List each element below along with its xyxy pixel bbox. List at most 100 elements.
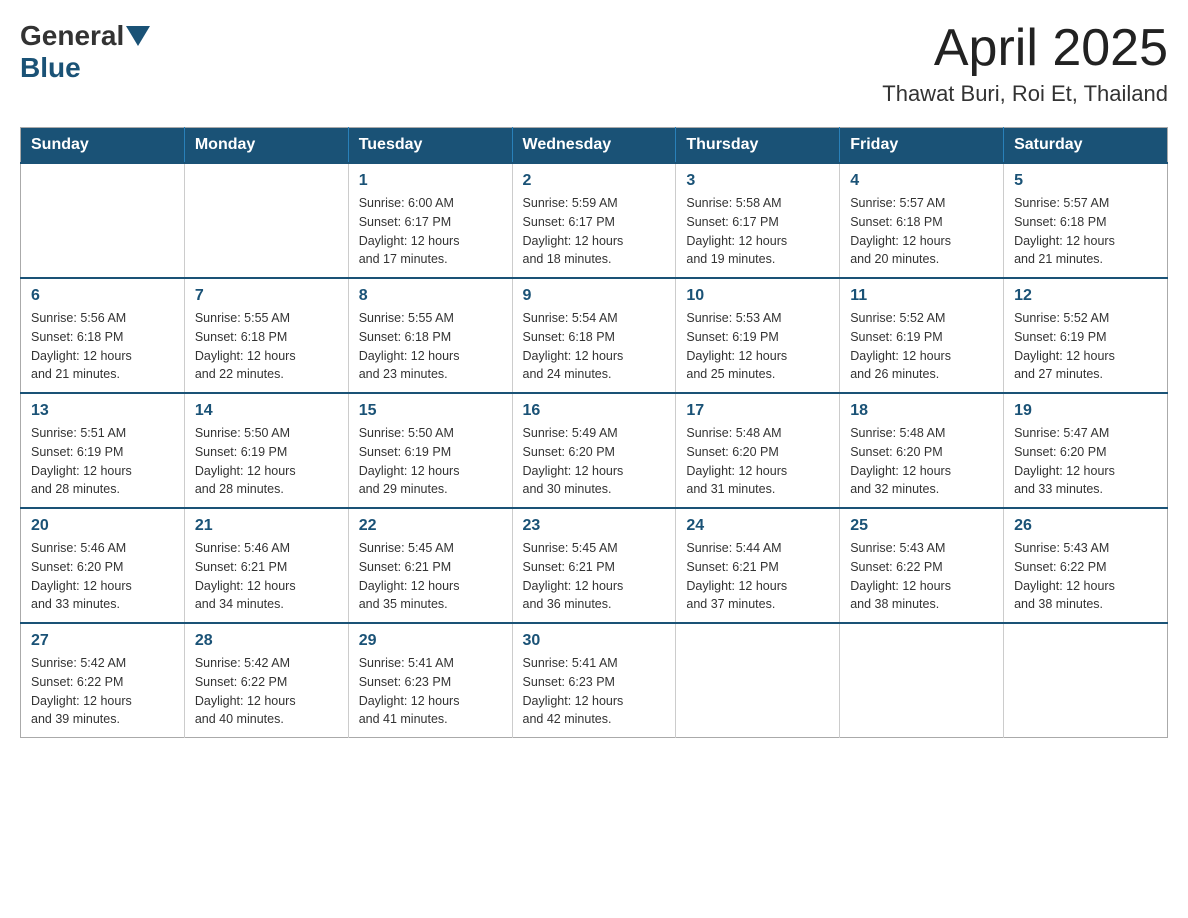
day-info: Sunrise: 5:53 AM Sunset: 6:19 PM Dayligh… — [686, 309, 829, 384]
calendar-location: Thawat Buri, Roi Et, Thailand — [882, 81, 1168, 107]
day-info: Sunrise: 5:50 AM Sunset: 6:19 PM Dayligh… — [359, 424, 502, 499]
day-info: Sunrise: 5:52 AM Sunset: 6:19 PM Dayligh… — [850, 309, 993, 384]
calendar-cell: 21Sunrise: 5:46 AM Sunset: 6:21 PM Dayli… — [184, 508, 348, 623]
day-number: 25 — [850, 517, 993, 535]
calendar-cell: 9 Sunrise: 5:54 AM Sunset: 6:18 PM Daylig… — [512, 278, 676, 393]
calendar-cell: 5Sunrise: 5:57 AM Sunset: 6:18 PM Daylig… — [1004, 163, 1168, 278]
day-info: Sunrise: 5:45 AM Sunset: 6:21 PM Dayligh… — [359, 539, 502, 614]
calendar-cell — [840, 623, 1004, 738]
logo-blue-text: Blue — [20, 52, 81, 83]
weekday-header-thursday: Thursday — [676, 128, 840, 164]
calendar-cell: 15 Sunrise: 5:50 AM Sunset: 6:19 PM Dayli… — [348, 393, 512, 508]
calendar-cell: 6 Sunrise: 5:56 AM Sunset: 6:18 PM Daylig… — [21, 278, 185, 393]
weekday-header-row: SundayMondayTuesdayWednesdayThursdayFrid… — [21, 128, 1168, 164]
logo-general-text: General — [20, 20, 124, 52]
calendar-cell: 26 Sunrise: 5:43 AM Sunset: 6:22 PM Dayli… — [1004, 508, 1168, 623]
day-number: 12 — [1014, 287, 1157, 305]
calendar-cell: 17Sunrise: 5:48 AM Sunset: 6:20 PM Dayli… — [676, 393, 840, 508]
calendar-cell: 12 Sunrise: 5:52 AM Sunset: 6:19 PM Dayli… — [1004, 278, 1168, 393]
logo: General Blue — [20, 20, 152, 84]
calendar-cell: 18Sunrise: 5:48 AM Sunset: 6:20 PM Dayli… — [840, 393, 1004, 508]
day-info: Sunrise: 5:47 AM Sunset: 6:20 PM Dayligh… — [1014, 424, 1157, 499]
logo-triangle-icon — [126, 26, 150, 46]
calendar-cell — [21, 163, 185, 278]
day-number: 26 — [1014, 517, 1157, 535]
weekday-header-sunday: Sunday — [21, 128, 185, 164]
weekday-header-monday: Monday — [184, 128, 348, 164]
day-info: Sunrise: 5:43 AM Sunset: 6:22 PM Dayligh… — [850, 539, 993, 614]
calendar-cell: 20 Sunrise: 5:46 AM Sunset: 6:20 PM Dayli… — [21, 508, 185, 623]
calendar-cell: 28 Sunrise: 5:42 AM Sunset: 6:22 PM Dayli… — [184, 623, 348, 738]
calendar-cell: 2Sunrise: 5:59 AM Sunset: 6:17 PM Daylig… — [512, 163, 676, 278]
calendar-cell: 25 Sunrise: 5:43 AM Sunset: 6:22 PM Dayli… — [840, 508, 1004, 623]
calendar-cell: 16 Sunrise: 5:49 AM Sunset: 6:20 PM Dayli… — [512, 393, 676, 508]
day-info: Sunrise: 5:50 AM Sunset: 6:19 PM Dayligh… — [195, 424, 338, 499]
day-info: Sunrise: 5:45 AM Sunset: 6:21 PM Dayligh… — [523, 539, 666, 614]
day-number: 30 — [523, 632, 666, 650]
calendar-cell: 1 Sunrise: 6:00 AM Sunset: 6:17 PM Daylig… — [348, 163, 512, 278]
day-number: 10 — [686, 287, 829, 305]
day-number: 6 — [31, 287, 174, 305]
day-info: Sunrise: 5:52 AM Sunset: 6:19 PM Dayligh… — [1014, 309, 1157, 384]
day-number: 16 — [523, 402, 666, 420]
day-number: 7 — [195, 287, 338, 305]
calendar-cell: 19 Sunrise: 5:47 AM Sunset: 6:20 PM Dayli… — [1004, 393, 1168, 508]
calendar-cell: 10 Sunrise: 5:53 AM Sunset: 6:19 PM Dayli… — [676, 278, 840, 393]
calendar-cell: 29 Sunrise: 5:41 AM Sunset: 6:23 PM Dayli… — [348, 623, 512, 738]
week-row-5: 27 Sunrise: 5:42 AM Sunset: 6:22 PM Dayli… — [21, 623, 1168, 738]
calendar-cell: 30Sunrise: 5:41 AM Sunset: 6:23 PM Dayli… — [512, 623, 676, 738]
day-number: 5 — [1014, 172, 1157, 190]
day-info: Sunrise: 5:48 AM Sunset: 6:20 PM Dayligh… — [850, 424, 993, 499]
calendar-body: 1 Sunrise: 6:00 AM Sunset: 6:17 PM Daylig… — [21, 163, 1168, 738]
title-block: April 2025 Thawat Buri, Roi Et, Thailand — [882, 20, 1168, 107]
calendar-cell: 7Sunrise: 5:55 AM Sunset: 6:18 PM Daylig… — [184, 278, 348, 393]
day-info: Sunrise: 5:42 AM Sunset: 6:22 PM Dayligh… — [195, 654, 338, 729]
calendar-cell — [1004, 623, 1168, 738]
day-number: 28 — [195, 632, 338, 650]
weekday-header-tuesday: Tuesday — [348, 128, 512, 164]
day-info: Sunrise: 5:41 AM Sunset: 6:23 PM Dayligh… — [359, 654, 502, 729]
day-info: Sunrise: 5:58 AM Sunset: 6:17 PM Dayligh… — [686, 194, 829, 269]
calendar-title: April 2025 — [882, 20, 1168, 77]
day-info: Sunrise: 5:43 AM Sunset: 6:22 PM Dayligh… — [1014, 539, 1157, 614]
week-row-2: 6 Sunrise: 5:56 AM Sunset: 6:18 PM Daylig… — [21, 278, 1168, 393]
day-number: 1 — [359, 172, 502, 190]
calendar-header: SundayMondayTuesdayWednesdayThursdayFrid… — [21, 128, 1168, 164]
calendar-cell: 13Sunrise: 5:51 AM Sunset: 6:19 PM Dayli… — [21, 393, 185, 508]
day-number: 13 — [31, 402, 174, 420]
calendar-table: SundayMondayTuesdayWednesdayThursdayFrid… — [20, 127, 1168, 738]
day-number: 4 — [850, 172, 993, 190]
day-info: Sunrise: 5:48 AM Sunset: 6:20 PM Dayligh… — [686, 424, 829, 499]
day-number: 2 — [523, 172, 666, 190]
day-info: Sunrise: 5:49 AM Sunset: 6:20 PM Dayligh… — [523, 424, 666, 499]
calendar-cell: 8 Sunrise: 5:55 AM Sunset: 6:18 PM Daylig… — [348, 278, 512, 393]
day-info: Sunrise: 5:56 AM Sunset: 6:18 PM Dayligh… — [31, 309, 174, 384]
day-number: 24 — [686, 517, 829, 535]
week-row-3: 13Sunrise: 5:51 AM Sunset: 6:19 PM Dayli… — [21, 393, 1168, 508]
calendar-cell: 14Sunrise: 5:50 AM Sunset: 6:19 PM Dayli… — [184, 393, 348, 508]
day-info: Sunrise: 5:46 AM Sunset: 6:21 PM Dayligh… — [195, 539, 338, 614]
calendar-cell: 4Sunrise: 5:57 AM Sunset: 6:18 PM Daylig… — [840, 163, 1004, 278]
day-number: 22 — [359, 517, 502, 535]
day-info: Sunrise: 5:46 AM Sunset: 6:20 PM Dayligh… — [31, 539, 174, 614]
day-number: 19 — [1014, 402, 1157, 420]
day-number: 23 — [523, 517, 666, 535]
calendar-cell: 22 Sunrise: 5:45 AM Sunset: 6:21 PM Dayli… — [348, 508, 512, 623]
calendar-cell: 3Sunrise: 5:58 AM Sunset: 6:17 PM Daylig… — [676, 163, 840, 278]
calendar-cell — [184, 163, 348, 278]
day-number: 15 — [359, 402, 502, 420]
day-number: 27 — [31, 632, 174, 650]
day-number: 9 — [523, 287, 666, 305]
day-info: Sunrise: 6:00 AM Sunset: 6:17 PM Dayligh… — [359, 194, 502, 269]
day-info: Sunrise: 5:44 AM Sunset: 6:21 PM Dayligh… — [686, 539, 829, 614]
day-info: Sunrise: 5:54 AM Sunset: 6:18 PM Dayligh… — [523, 309, 666, 384]
calendar-cell: 23 Sunrise: 5:45 AM Sunset: 6:21 PM Dayli… — [512, 508, 676, 623]
day-number: 20 — [31, 517, 174, 535]
calendar-cell: 27 Sunrise: 5:42 AM Sunset: 6:22 PM Dayli… — [21, 623, 185, 738]
day-info: Sunrise: 5:55 AM Sunset: 6:18 PM Dayligh… — [359, 309, 502, 384]
day-number: 8 — [359, 287, 502, 305]
day-number: 11 — [850, 287, 993, 305]
day-number: 29 — [359, 632, 502, 650]
weekday-header-wednesday: Wednesday — [512, 128, 676, 164]
day-info: Sunrise: 5:42 AM Sunset: 6:22 PM Dayligh… — [31, 654, 174, 729]
